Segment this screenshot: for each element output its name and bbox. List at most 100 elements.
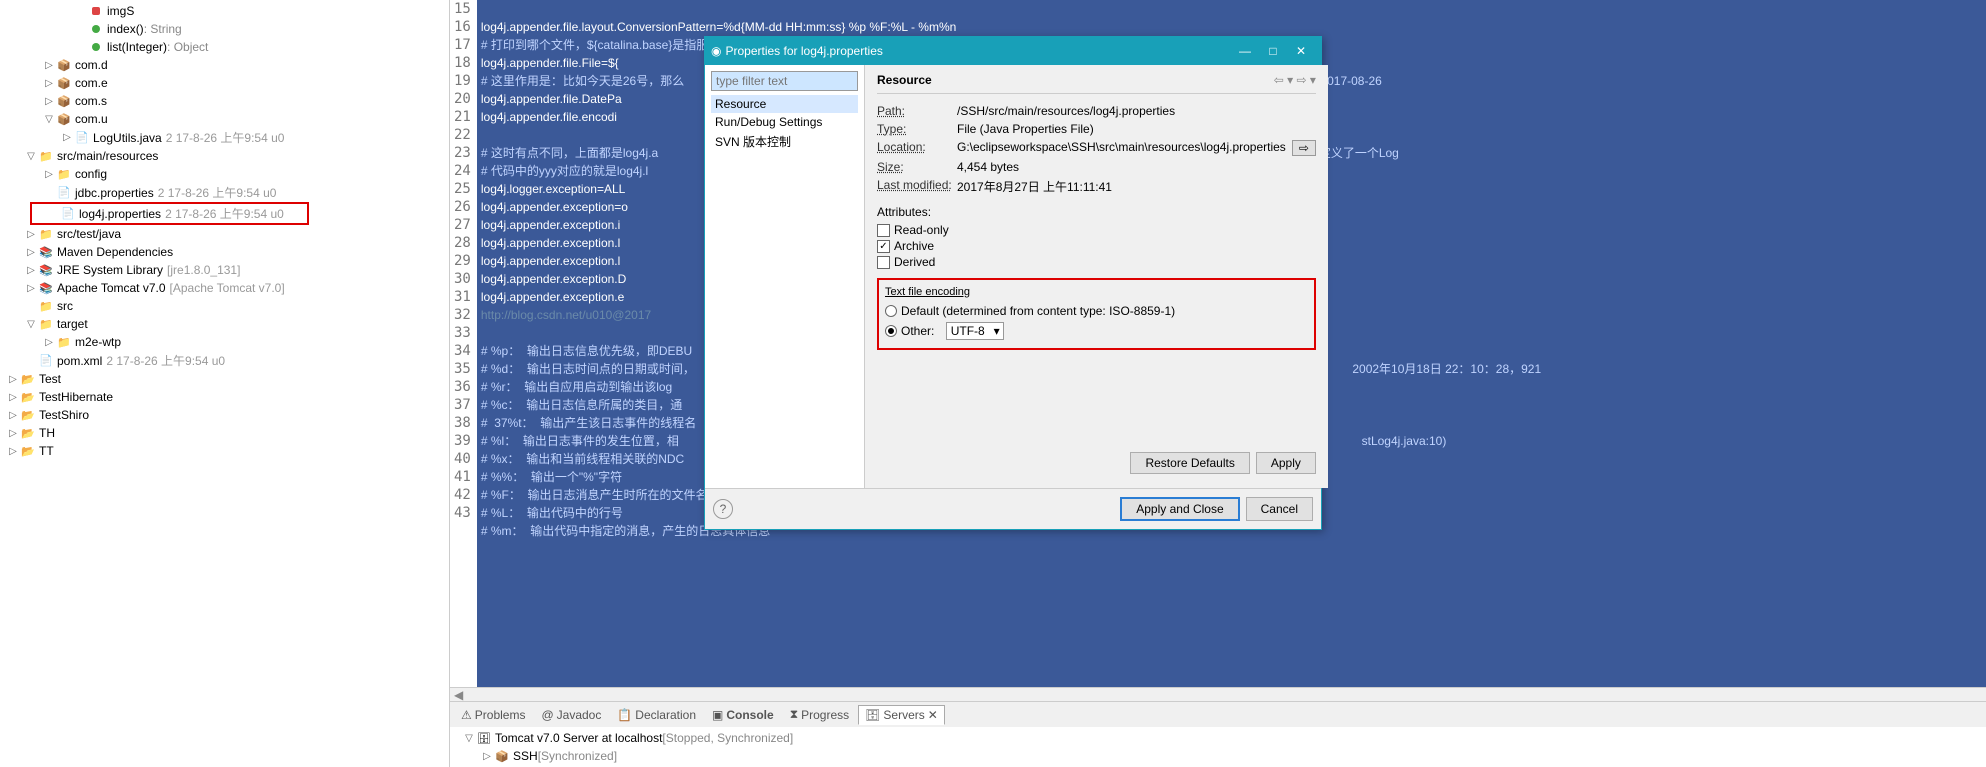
expand-arrow-icon[interactable]: ▷ (60, 132, 74, 143)
tree-item[interactable]: ▷📚Maven Dependencies (0, 243, 449, 261)
collapse-arrow-icon[interactable]: ▽ (24, 151, 38, 162)
project-icon: 📂 (20, 425, 36, 441)
tree-item[interactable]: ▷📁config (0, 165, 449, 183)
encoding-select[interactable]: UTF-8 ▾ (946, 322, 1004, 340)
radio-other-encoding[interactable] (885, 325, 897, 337)
module-icon: 📦 (494, 748, 510, 764)
expand-arrow-icon[interactable]: ▷ (6, 374, 20, 385)
apply-and-close-button[interactable]: Apply and Close (1120, 497, 1239, 521)
tree-item[interactable]: ▷📦com.e (0, 74, 449, 92)
expand-arrow-icon[interactable]: ▷ (24, 229, 38, 240)
label-type: Type: (877, 122, 957, 136)
tree-label: index() (107, 22, 144, 36)
server-icon: 🗄 (476, 730, 492, 746)
expand-arrow-icon[interactable]: ▷ (24, 247, 38, 258)
tree-item[interactable]: list(Integer) : Object (0, 38, 449, 56)
checkbox-readonly[interactable] (877, 224, 890, 237)
dialog-titlebar[interactable]: ◉ Properties for log4j.properties — □ ✕ (705, 37, 1321, 65)
library-icon: 📚 (38, 244, 54, 260)
tree-item[interactable]: 📄pom.xml 2 17-8-26 上午9:54 u0 (0, 351, 449, 370)
tree-item[interactable]: ▷📂TestShiro (0, 406, 449, 424)
library-icon: 📚 (38, 262, 54, 278)
apply-button[interactable]: Apply (1256, 452, 1316, 474)
project-icon: 📂 (20, 407, 36, 423)
tree-item[interactable]: ▽📁src/main/resources (0, 147, 449, 165)
expand-arrow-icon[interactable]: ▷ (42, 337, 56, 348)
expand-arrow-icon[interactable]: ▷ (42, 96, 56, 107)
tree-item[interactable]: ▷📁m2e-wtp (0, 333, 449, 351)
tree-item[interactable]: imgS (0, 2, 449, 20)
server-module-row[interactable]: ▷📦SSH [Synchronized] (458, 747, 1978, 765)
maximize-button[interactable]: □ (1259, 41, 1287, 61)
close-button[interactable]: ✕ (1287, 41, 1315, 61)
project-explorer[interactable]: imgS index() : String list(Integer) : Ob… (0, 0, 450, 767)
package-icon: 📦 (56, 93, 72, 109)
dropdown-icon: ▾ (994, 324, 1000, 338)
tree-item[interactable]: ▷📚Apache Tomcat v7.0 [Apache Tomcat v7.0… (0, 279, 449, 297)
selected-file-highlight: 📄log4j.properties 2 17-8-26 上午9:54 u0 (30, 202, 309, 225)
tab-servers[interactable]: 🗄 Servers ✕ (858, 705, 945, 725)
tree-item[interactable]: index() : String (0, 20, 449, 38)
tree-item[interactable]: ▷📁src/test/java (0, 225, 449, 243)
file-icon: 📄 (56, 185, 72, 201)
encoding-section: Text file encoding Default (determined f… (877, 278, 1316, 350)
expand-arrow-icon[interactable]: ▷ (480, 751, 494, 762)
restore-defaults-button[interactable]: Restore Defaults (1130, 452, 1249, 474)
servers-view[interactable]: ▽🗄Tomcat v7.0 Server at localhost [Stopp… (450, 727, 1986, 767)
tab-problems[interactable]: ⚠ Problems (454, 705, 532, 725)
filter-input[interactable] (711, 71, 858, 91)
tree-item[interactable]: ▷📂TestHibernate (0, 388, 449, 406)
expand-arrow-icon[interactable]: ▷ (42, 78, 56, 89)
value-modified: 2017年8月27日 上午11:11:41 (957, 178, 1316, 195)
nav-rundebug[interactable]: Run/Debug Settings (711, 113, 858, 131)
tab-console[interactable]: ▣ Console (705, 705, 781, 725)
tree-item[interactable]: ▷📂TH (0, 424, 449, 442)
expand-arrow-icon[interactable]: ▷ (24, 265, 38, 276)
tree-item[interactable]: 📄jdbc.properties 2 17-8-26 上午9:54 u0 (0, 183, 449, 202)
tree-item[interactable]: ▷📂Test (0, 370, 449, 388)
server-row[interactable]: ▽🗄Tomcat v7.0 Server at localhost [Stopp… (458, 729, 1978, 747)
expand-arrow-icon[interactable]: ▷ (42, 60, 56, 71)
checkbox-archive[interactable]: ✓ (877, 240, 890, 253)
tree-item[interactable]: 📁src (0, 297, 449, 315)
project-icon: 📂 (20, 443, 36, 459)
tree-item[interactable]: ▷📄LogUtils.java 2 17-8-26 上午9:54 u0 (0, 128, 449, 147)
tab-javadoc[interactable]: @ Javadoc (534, 705, 608, 725)
nav-svn[interactable]: SVN 版本控制 (711, 131, 858, 152)
tree-item[interactable]: ▽📁target (0, 315, 449, 333)
expand-arrow-icon[interactable]: ▷ (42, 169, 56, 180)
help-icon[interactable]: ? (713, 499, 733, 519)
nav-resource[interactable]: Resource (711, 95, 858, 113)
browse-button[interactable]: ⇨ (1292, 140, 1316, 156)
collapse-arrow-icon[interactable]: ▽ (462, 733, 476, 744)
radio-default-encoding[interactable] (885, 305, 897, 317)
collapse-arrow-icon[interactable]: ▽ (24, 319, 38, 330)
expand-arrow-icon[interactable]: ▷ (24, 283, 38, 294)
properties-dialog: ◉ Properties for log4j.properties — □ ✕ … (704, 36, 1322, 530)
tree-item[interactable]: ▷📂TT (0, 442, 449, 460)
minimize-button[interactable]: — (1231, 41, 1259, 61)
package-icon: 📦 (56, 57, 72, 73)
java-file-icon: 📄 (74, 130, 90, 146)
project-icon: 📂 (20, 371, 36, 387)
expand-arrow-icon[interactable]: ▷ (6, 428, 20, 439)
tree-item[interactable]: ▷📦com.s (0, 92, 449, 110)
cancel-button[interactable]: Cancel (1246, 497, 1313, 521)
tab-declaration[interactable]: 📋 Declaration (610, 705, 703, 725)
tree-item-log4j[interactable]: 📄log4j.properties 2 17-8-26 上午9:54 u0 (34, 204, 305, 223)
collapse-arrow-icon[interactable]: ▽ (42, 114, 56, 125)
tree-item[interactable]: ▷📦com.d (0, 56, 449, 74)
nav-history[interactable]: ⇦ ▾ ⇨ ▾ (1274, 73, 1316, 87)
attributes-heading: Attributes: (877, 205, 1316, 219)
tree-item[interactable]: ▷📚JRE System Library [jre1.8.0_131] (0, 261, 449, 279)
source-folder-icon: 📁 (38, 148, 54, 164)
tree-item[interactable]: ▽📦com.u (0, 110, 449, 128)
expand-arrow-icon[interactable]: ▷ (6, 392, 20, 403)
horizontal-scrollbar[interactable]: ◀ (450, 687, 1986, 701)
expand-arrow-icon[interactable]: ▷ (6, 410, 20, 421)
checkbox-derived[interactable] (877, 256, 890, 269)
expand-arrow-icon[interactable]: ▷ (6, 446, 20, 457)
line-gutter: 1516171819202122232425262728293031323334… (450, 0, 477, 687)
tab-progress[interactable]: ⧗ Progress (783, 704, 856, 725)
bottom-tab-bar: ⚠ Problems @ Javadoc 📋 Declaration ▣ Con… (450, 701, 1986, 727)
